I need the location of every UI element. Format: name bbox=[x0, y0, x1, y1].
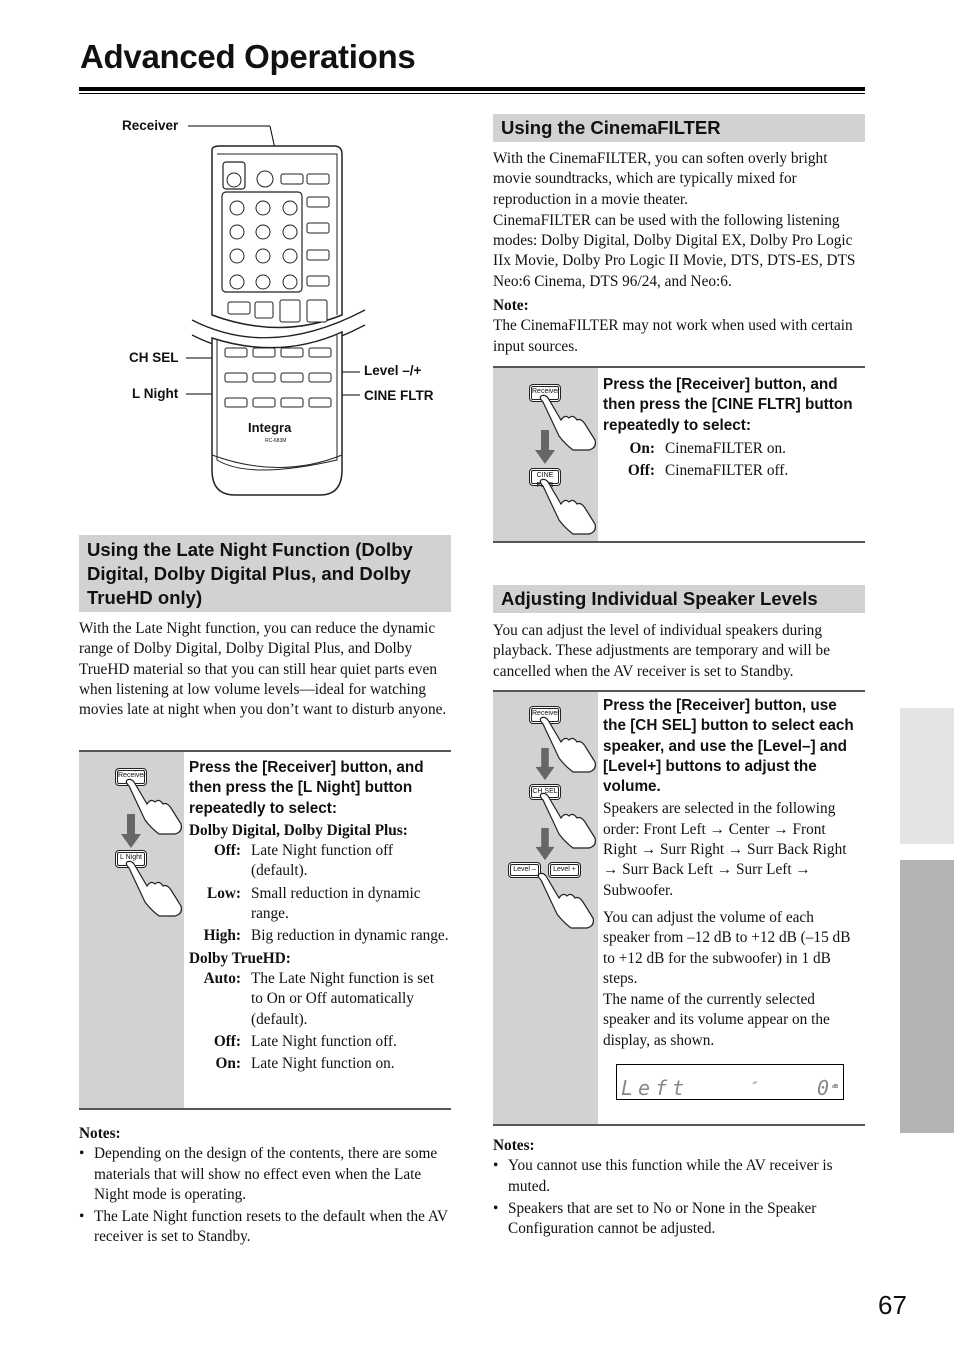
option-row: Off: Late Night function off. bbox=[213, 1032, 397, 1050]
lcd-separator: ″ bbox=[749, 1079, 758, 1096]
option-group-title: Dolby Digital, Dolby Digital Plus: bbox=[189, 821, 408, 839]
callout-receiver: Receiver bbox=[122, 118, 179, 133]
callout-l-night: L Night bbox=[132, 386, 179, 401]
arrow-down-icon bbox=[535, 430, 555, 464]
speaker-levels-step: Receiver CH SEL Level – Level + Press th… bbox=[493, 690, 865, 1126]
option-row: High: Big reduction in dynamic range. bbox=[203, 927, 449, 945]
hand-pointer-icon bbox=[125, 860, 182, 917]
cinemafilter-body: With the CinemaFILTER, you can soften ov… bbox=[493, 149, 865, 357]
title-rule bbox=[79, 87, 865, 91]
step-illustration-panel: Receiver CINE FLTR bbox=[493, 368, 598, 541]
speaker-display-text: The name of the currently selected speak… bbox=[603, 991, 830, 1049]
note-heading: Note: bbox=[493, 297, 529, 315]
cinemafilter-heading-text: Using the CinemaFILTER bbox=[501, 117, 721, 138]
option-row: On: CinemaFILTER on. bbox=[629, 439, 786, 457]
option-row: Off: Late Night function off (default). bbox=[213, 842, 394, 880]
arrow-down-icon bbox=[535, 828, 555, 861]
notes-heading: Notes: bbox=[79, 1125, 121, 1142]
lcd-value: 0 bbox=[817, 1075, 830, 1100]
callout-ch-sel: CH SEL bbox=[129, 350, 179, 365]
late-night-step: Receiver L Night Press the [Receiver] bu… bbox=[79, 750, 451, 1110]
step-content: Press the [Receiver] button, use the [CH… bbox=[603, 696, 863, 1101]
cinemafilter-paragraph: CinemaFILTER can be used with the follow… bbox=[493, 211, 856, 290]
arrow-down-icon bbox=[535, 748, 555, 781]
step-content: Press the [Receiver] button, and then pr… bbox=[189, 758, 449, 1074]
speaker-order-text: Speakers are selected in the following o… bbox=[603, 800, 847, 899]
late-night-notes: Notes: • Depending on the design of the c… bbox=[79, 1124, 451, 1248]
option-row: Off: CinemaFILTER off. bbox=[627, 462, 789, 480]
hand-pointer-icon bbox=[537, 872, 594, 929]
side-tab-current bbox=[900, 860, 954, 1133]
hand-pointer-icon bbox=[539, 478, 596, 535]
speaker-levels-heading: Adjusting Individual Speaker Levels bbox=[493, 585, 865, 613]
step-instruction: Press the [Receiver] button, and then pr… bbox=[189, 759, 424, 817]
option-row: Auto: The Late Night function is set to O… bbox=[203, 969, 435, 1028]
note-item: • You cannot use this function while the … bbox=[493, 1157, 833, 1195]
cinemafilter-paragraph: With the CinemaFILTER, you can soften ov… bbox=[493, 150, 828, 208]
cinemafilter-note: The CinemaFILTER may not work when used … bbox=[493, 317, 853, 355]
late-night-heading-text: Using the Late Night Function (Dolby Dig… bbox=[87, 539, 413, 608]
speaker-levels-intro: You can adjust the level of individual s… bbox=[493, 621, 865, 682]
notes-heading: Notes: bbox=[493, 1137, 535, 1154]
page-title: Advanced Operations bbox=[80, 38, 416, 75]
step-content: Press the [Receiver] button, and then pr… bbox=[603, 375, 863, 481]
callout-level: Level –/+ bbox=[364, 363, 422, 378]
arrow-down-icon bbox=[121, 814, 141, 848]
page-number: 67 bbox=[878, 1290, 907, 1320]
remote-brand: Integra bbox=[248, 420, 292, 435]
title-rule-thin bbox=[79, 93, 865, 94]
speaker-levels-notes: Notes: • You cannot use this function whi… bbox=[493, 1136, 865, 1239]
step-instruction: Press the [Receiver] button, use the [CH… bbox=[603, 697, 854, 796]
speaker-levels-intro-text: You can adjust the level of individual s… bbox=[493, 622, 830, 680]
lcd-display: Left ″ 0 dB bbox=[616, 1064, 844, 1101]
late-night-intro: With the Late Night function, you can re… bbox=[79, 619, 451, 720]
note-item: • The Late Night function resets to the d… bbox=[79, 1208, 448, 1246]
option-row: On: Late Night function on. bbox=[215, 1055, 395, 1073]
lcd-unit: dB bbox=[832, 1083, 839, 1090]
late-night-heading: Using the Late Night Function (Dolby Dig… bbox=[79, 535, 451, 612]
note-item: • Depending on the design of the contents… bbox=[79, 1145, 438, 1203]
lcd-speaker-name: Left bbox=[621, 1075, 690, 1100]
option-row: Low: Small reduction in dynamic range. bbox=[207, 884, 421, 923]
callout-cine-fltr: CINE FLTR bbox=[364, 388, 434, 403]
step-instruction: Press the [Receiver] button, and then pr… bbox=[603, 376, 853, 434]
step-illustration-panel: Receiver CH SEL Level – Level + bbox=[493, 692, 598, 1124]
cinemafilter-heading: Using the CinemaFILTER bbox=[493, 114, 865, 142]
remote-illustration: Receiver CH SEL L Night Level –/+ CINE F… bbox=[120, 110, 450, 500]
side-tab-upper bbox=[900, 708, 954, 844]
speaker-levels-heading-text: Adjusting Individual Speaker Levels bbox=[501, 588, 818, 609]
speaker-range-text: You can adjust the volume of each speake… bbox=[603, 908, 851, 987]
remote-model: RC-683M bbox=[265, 438, 287, 444]
option-group-title: Dolby TrueHD: bbox=[189, 949, 291, 967]
cinemafilter-step: Receiver CINE FLTR Press the [Receiver] … bbox=[493, 366, 865, 543]
late-night-intro-text: With the Late Night function, you can re… bbox=[79, 620, 447, 719]
note-item: • Speakers that are set to No or None in … bbox=[493, 1199, 817, 1238]
step-illustration-panel: Receiver L Night bbox=[79, 752, 184, 1108]
